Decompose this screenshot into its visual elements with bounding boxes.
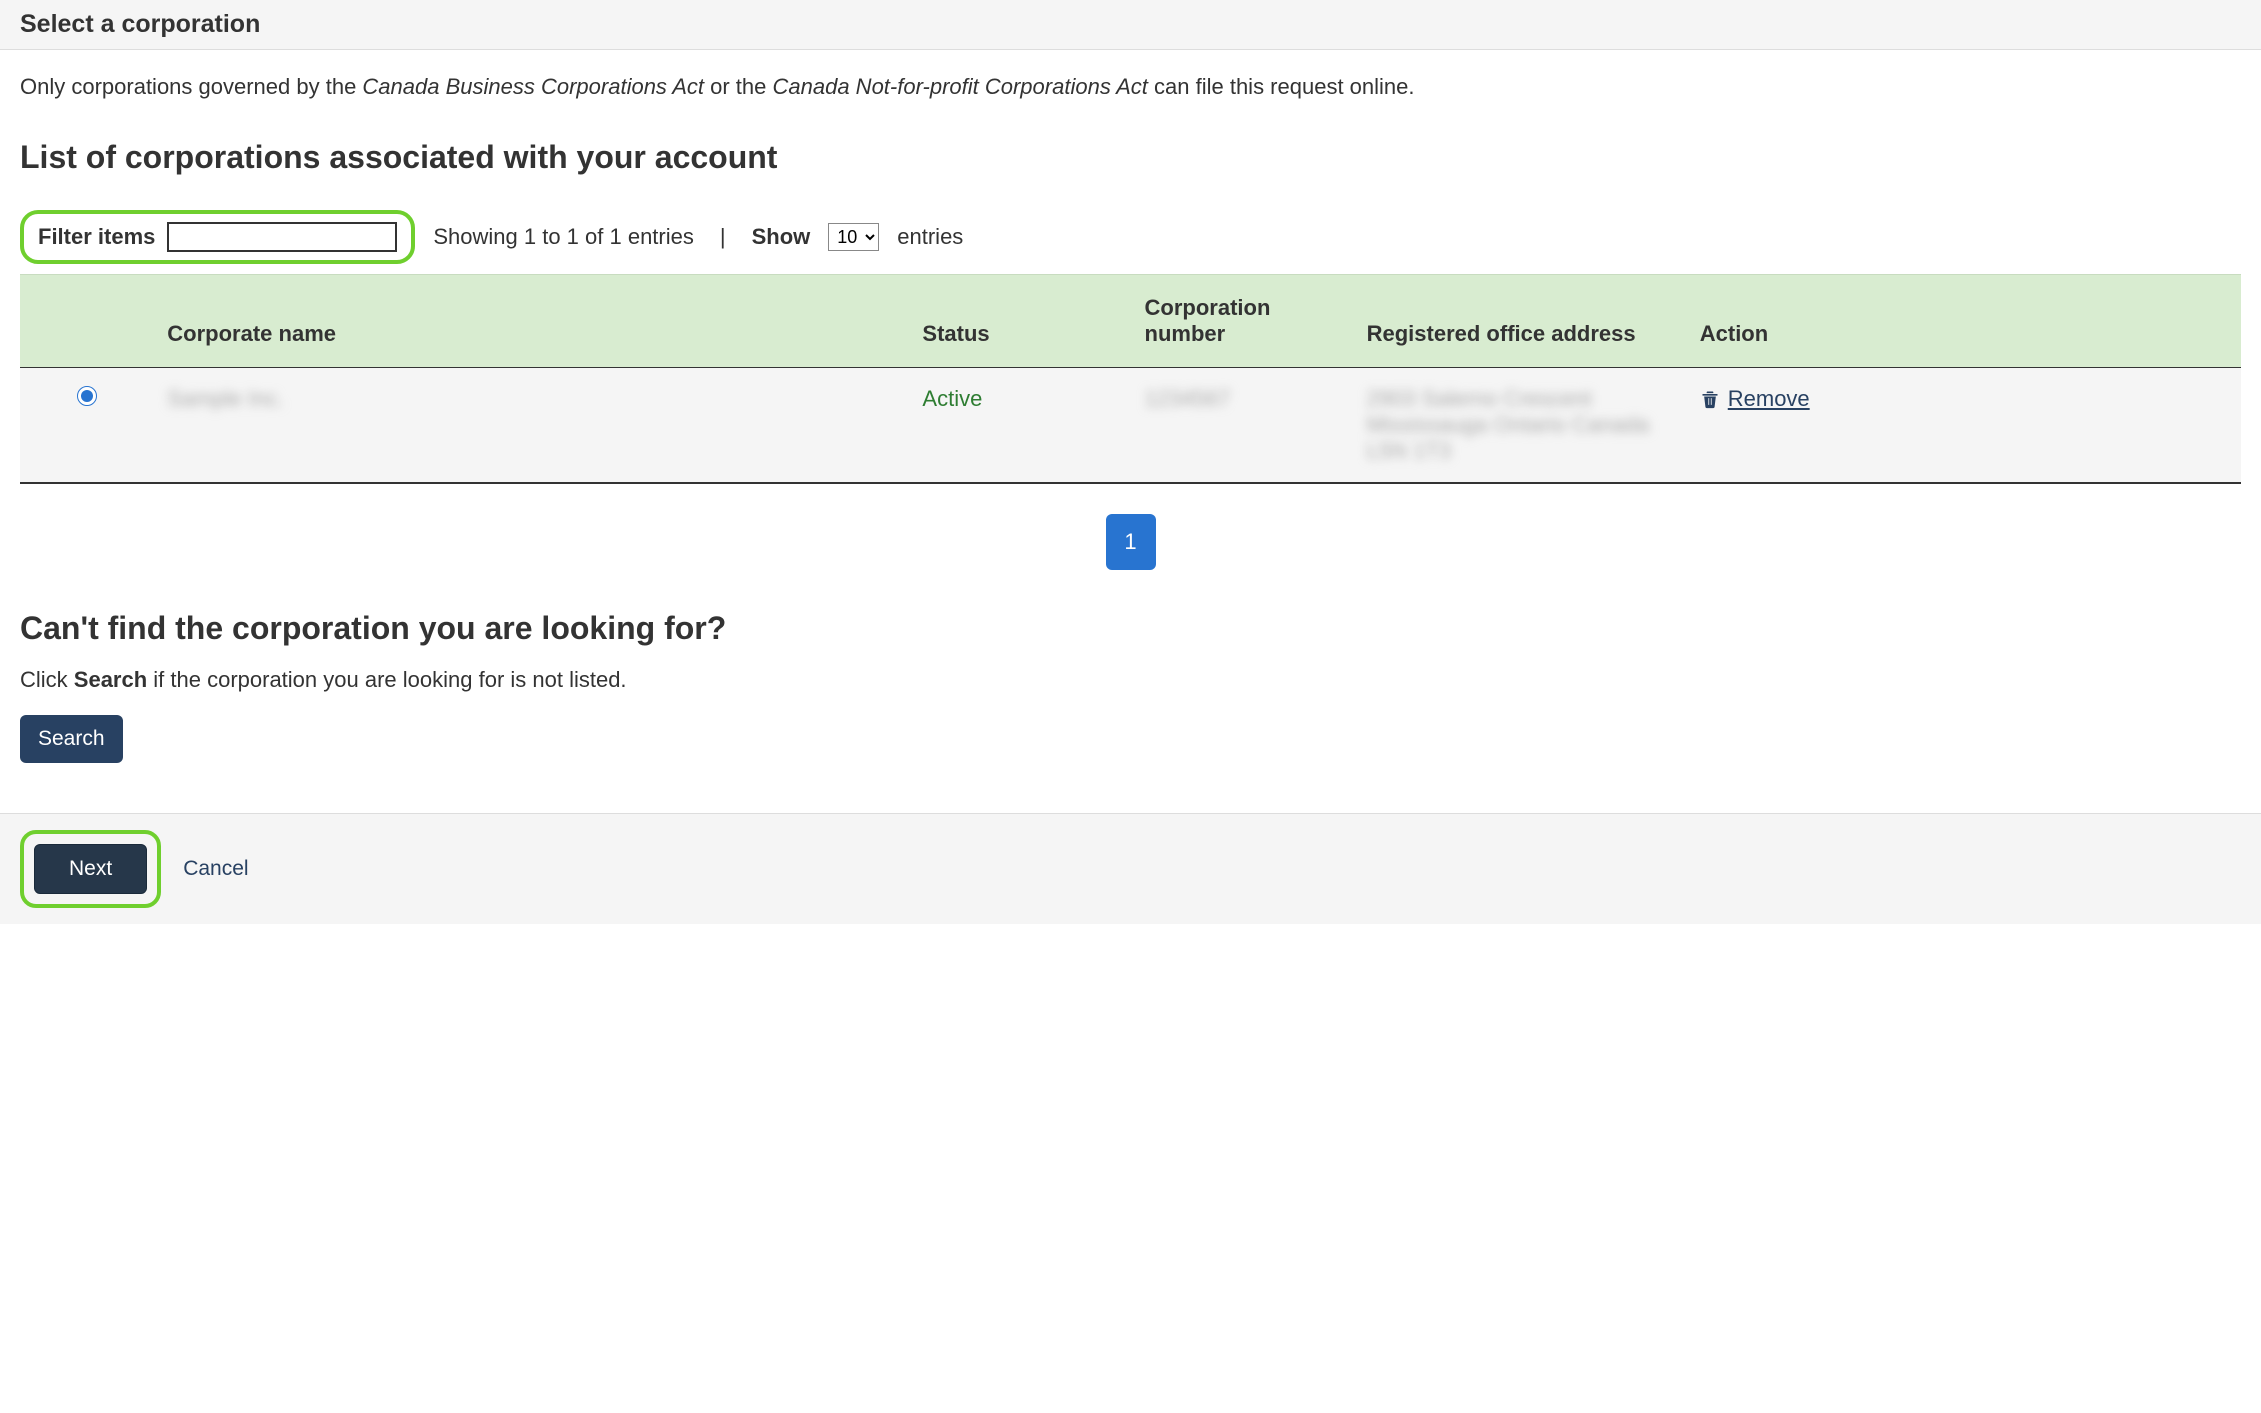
row-radio[interactable]: [77, 386, 97, 406]
status-active: Active: [922, 386, 982, 411]
cancel-link[interactable]: Cancel: [183, 857, 248, 881]
th-status: Status: [908, 275, 1130, 368]
intro-part2: or the: [704, 74, 772, 99]
corp-number-redacted: 1234567: [1145, 386, 1231, 411]
filter-row: Filter items Showing 1 to 1 of 1 entries…: [20, 210, 2241, 264]
cell-address: 2903 Salerno Crescent Mississauga Ontari…: [1353, 368, 1686, 484]
showing-divider: |: [720, 224, 726, 250]
instr-bold: Search: [74, 667, 147, 692]
th-select: [20, 275, 153, 368]
table-header-row: Corporate name Status Corporation number…: [20, 275, 2241, 368]
cell-status: Active: [908, 368, 1130, 484]
page-1-button[interactable]: 1: [1106, 514, 1156, 570]
th-name: Corporate name: [153, 275, 908, 368]
filter-highlight: Filter items: [20, 210, 415, 264]
cell-name: Sample Inc.: [153, 368, 908, 484]
instr-pre: Click: [20, 667, 74, 692]
entries-select[interactable]: 10: [828, 223, 879, 251]
intro-part1: Only corporations governed by the: [20, 74, 362, 99]
search-instruction: Click Search if the corporation you are …: [20, 667, 2241, 693]
corp-name-redacted: Sample Inc.: [167, 386, 283, 411]
remove-link[interactable]: Remove: [1700, 386, 1810, 412]
cantfind-heading: Can't find the corporation you are looki…: [20, 610, 2241, 647]
cell-action: Remove: [1686, 368, 2241, 484]
remove-label: Remove: [1728, 386, 1810, 412]
page-header: Select a corporation: [0, 0, 2261, 50]
corp-address-redacted: 2903 Salerno Crescent Mississauga Ontari…: [1367, 386, 1649, 463]
trash-icon: [1700, 388, 1720, 410]
next-button[interactable]: Next: [34, 844, 147, 894]
showing-text: Showing 1 to 1 of 1 entries: [433, 224, 694, 250]
instr-post: if the corporation you are looking for i…: [147, 667, 626, 692]
corporations-table: Corporate name Status Corporation number…: [20, 274, 2241, 484]
cell-select: [20, 368, 153, 484]
pagination: 1: [20, 514, 2241, 570]
intro-act1: Canada Business Corporations Act: [362, 74, 704, 99]
filter-label: Filter items: [38, 224, 155, 250]
intro-text: Only corporations governed by the Canada…: [20, 70, 2241, 103]
entries-label: entries: [897, 224, 963, 250]
next-highlight: Next: [20, 830, 161, 908]
footer-bar: Next Cancel: [0, 813, 2261, 924]
intro-act2: Canada Not-for-profit Corporations Act: [773, 74, 1148, 99]
cell-number: 1234567: [1131, 368, 1353, 484]
page-title: Select a corporation: [20, 10, 2241, 39]
search-button[interactable]: Search: [20, 715, 123, 763]
th-action: Action: [1686, 275, 2241, 368]
th-address: Registered office address: [1353, 275, 1686, 368]
main-content: Only corporations governed by the Canada…: [0, 50, 2261, 783]
show-label: Show: [752, 224, 811, 250]
th-number: Corporation number: [1131, 275, 1353, 368]
list-heading: List of corporations associated with you…: [20, 139, 2241, 176]
intro-part3: can file this request online.: [1148, 74, 1415, 99]
table-row: Sample Inc. Active 1234567 2903 Salerno …: [20, 368, 2241, 484]
filter-input[interactable]: [167, 222, 397, 252]
